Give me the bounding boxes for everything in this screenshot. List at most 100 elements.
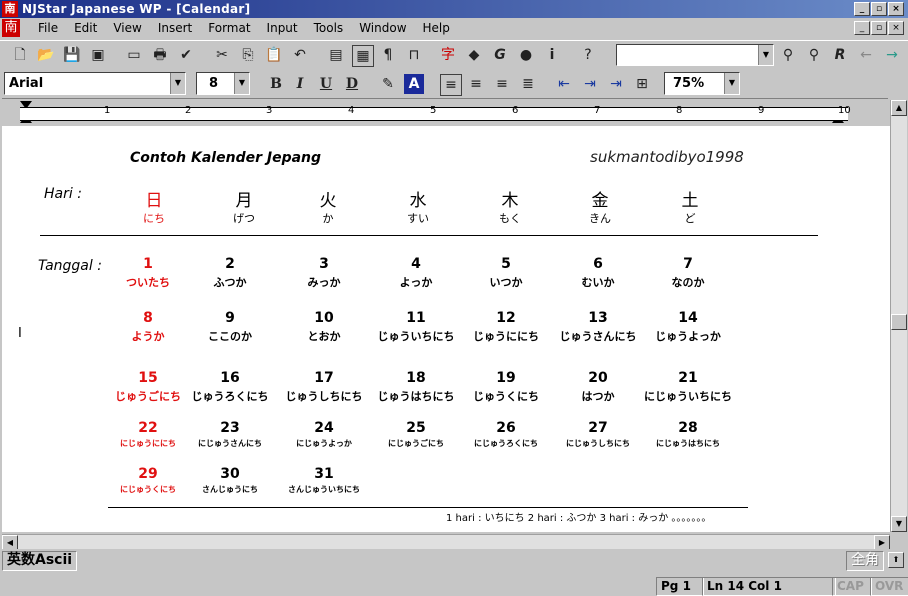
- date-number: 8: [143, 310, 153, 326]
- outdent-icon[interactable]: ⇤: [554, 74, 574, 94]
- dictionary-icon[interactable]: ◆: [464, 45, 484, 65]
- zoom-value: 75%: [673, 76, 705, 91]
- bold-button[interactable]: B: [266, 74, 286, 94]
- scroll-down-icon[interactable]: ▼: [891, 516, 907, 532]
- font-size-combo[interactable]: 8 ▼: [196, 72, 250, 95]
- info-icon[interactable]: i: [542, 45, 562, 65]
- document-area[interactable]: Contoh Kalender Jepang sukmantodibyo1998…: [2, 126, 890, 532]
- ime-mode-button[interactable]: 英数Ascii: [2, 551, 78, 571]
- chevron-down-icon[interactable]: ▼: [234, 73, 249, 94]
- menu-format[interactable]: Format: [200, 21, 258, 35]
- weekday-mon-reading: げつ: [233, 212, 255, 225]
- restore-button[interactable]: ▫: [871, 2, 887, 16]
- app-icon[interactable]: 南: [2, 1, 18, 17]
- date-number: 31: [314, 466, 334, 482]
- doc-close-button[interactable]: ×: [888, 21, 904, 35]
- font-name-combo[interactable]: Arial ▼: [4, 72, 186, 95]
- search-combo[interactable]: ▼: [616, 44, 774, 66]
- underline-button[interactable]: U: [316, 74, 336, 94]
- replace-icon[interactable]: R: [830, 45, 850, 65]
- page-icon[interactable]: ▤: [326, 45, 346, 65]
- vertical-scrollbar[interactable]: ▲ ▼: [890, 100, 907, 532]
- menu-window[interactable]: Window: [351, 21, 414, 35]
- menu-edit[interactable]: Edit: [66, 21, 105, 35]
- cut-icon[interactable]: ✂: [212, 45, 232, 65]
- menu-tools[interactable]: Tools: [306, 21, 352, 35]
- open-folder-icon[interactable]: 📂: [36, 45, 56, 65]
- chevron-down-icon[interactable]: ▼: [724, 73, 739, 94]
- save-all-icon[interactable]: ▣: [88, 45, 108, 65]
- menu-file[interactable]: File: [30, 21, 66, 35]
- context-help-icon[interactable]: ?: [578, 45, 598, 65]
- minimize-button[interactable]: _: [854, 2, 870, 16]
- highlight-icon[interactable]: ✎: [378, 74, 398, 94]
- justify-icon[interactable]: ≣: [518, 74, 538, 94]
- weekday-sat: 土: [681, 191, 699, 211]
- ruler-mark-6: 6: [512, 105, 519, 116]
- date-number: 23: [220, 420, 240, 436]
- font-color-button[interactable]: A: [404, 74, 424, 94]
- scroll-thumb[interactable]: [891, 314, 907, 330]
- ruler-mark-5: 5: [430, 105, 437, 116]
- doc-restore-button[interactable]: ▫: [871, 21, 887, 35]
- column-icon[interactable]: ⊓: [404, 45, 424, 65]
- copy-icon[interactable]: ⎘: [238, 45, 258, 65]
- save-icon[interactable]: 💾: [62, 45, 82, 65]
- zoom-combo[interactable]: 75% ▼: [664, 72, 740, 95]
- tip-bulb-icon[interactable]: ●: [516, 45, 536, 65]
- italic-button[interactable]: I: [290, 74, 310, 94]
- spellcheck-icon[interactable]: ✔: [176, 45, 196, 65]
- font-size-value: 8: [209, 76, 219, 91]
- double-underline-button[interactable]: D: [342, 74, 362, 94]
- date-reading: さんじゅういちにち: [288, 485, 360, 494]
- weekday-mon: 月: [235, 191, 253, 211]
- doc-minimize-button[interactable]: _: [854, 21, 870, 35]
- ruler[interactable]: 1 2 3 4 5 6 7 8 9 10: [2, 98, 888, 127]
- close-button[interactable]: ×: [888, 2, 904, 16]
- weekday-wed-reading: すい: [407, 212, 429, 225]
- weekday-wed: 水: [409, 191, 427, 211]
- date-number: 28: [678, 420, 698, 436]
- indent-icon[interactable]: ⇥: [580, 74, 600, 94]
- tab-icon[interactable]: ⇥: [606, 74, 626, 94]
- forward-arrow-icon[interactable]: →: [882, 45, 902, 65]
- date-number: 10: [314, 310, 334, 326]
- table-grid-icon[interactable]: ▦: [352, 45, 374, 67]
- new-document-icon[interactable]: 🗋: [10, 45, 30, 65]
- weekday-tue: 火: [319, 191, 337, 211]
- paste-icon[interactable]: 📋: [264, 45, 284, 65]
- align-center-icon[interactable]: ≡: [466, 74, 486, 94]
- print-icon[interactable]: 🖶: [150, 45, 170, 65]
- align-right-icon[interactable]: ≡: [492, 74, 512, 94]
- paragraph-icon[interactable]: ¶: [378, 45, 398, 65]
- menu-view[interactable]: View: [105, 21, 149, 35]
- insert-table-icon[interactable]: ⊞: [632, 74, 652, 94]
- author-name: sukmantodibyo1998: [590, 148, 744, 166]
- menu-insert[interactable]: Insert: [150, 21, 200, 35]
- window-title: NJStar Japanese WP - [Calendar]: [22, 2, 251, 16]
- undo-icon[interactable]: ↶: [290, 45, 310, 65]
- back-arrow-icon[interactable]: ←: [856, 45, 876, 65]
- chevron-down-icon[interactable]: ▼: [758, 45, 773, 65]
- menu-input[interactable]: Input: [259, 21, 306, 35]
- character-icon[interactable]: 字: [438, 45, 458, 65]
- find-icon[interactable]: ⚲: [778, 45, 798, 65]
- align-left-icon[interactable]: ≡: [440, 74, 462, 96]
- find-next-icon[interactable]: ⚲: [804, 45, 824, 65]
- scroll-up-icon[interactable]: ▲: [891, 100, 907, 116]
- document-icon[interactable]: 南: [2, 19, 20, 37]
- date-number: 18: [406, 370, 426, 386]
- print-preview-icon[interactable]: ▭: [124, 45, 144, 65]
- date-number: 26: [496, 420, 516, 436]
- arrow-up-icon[interactable]: ⬆: [888, 552, 904, 568]
- weekday-fri-reading: きん: [589, 212, 611, 225]
- horizontal-scrollbar[interactable]: ◀ ▶: [2, 534, 890, 551]
- date-number: 14: [678, 310, 698, 326]
- weekday-sun: 日: [145, 191, 163, 211]
- ime-width-button[interactable]: 全角: [846, 551, 884, 571]
- chevron-down-icon[interactable]: ▼: [170, 73, 185, 94]
- header-divider: [40, 235, 818, 236]
- weekday-sat-reading: ど: [684, 212, 696, 225]
- g-icon[interactable]: G: [490, 45, 510, 65]
- menu-help[interactable]: Help: [415, 21, 458, 35]
